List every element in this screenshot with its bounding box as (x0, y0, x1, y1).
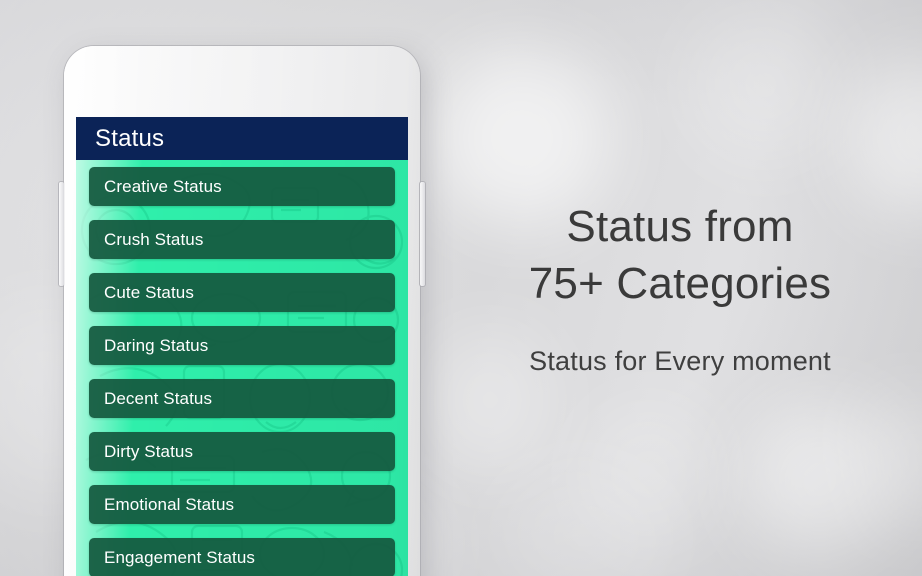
list-item-label: Dirty Status (104, 441, 194, 461)
list-item-label: Creative Status (104, 176, 222, 196)
list-item[interactable]: Crush Status (89, 220, 395, 259)
list-item[interactable]: Emotional Status (89, 485, 395, 524)
list-item-label: Emotional Status (104, 494, 235, 514)
promo-headline: Status from 75+ Categories (529, 199, 831, 312)
list-item[interactable]: Dirty Status (89, 432, 395, 471)
power-button[interactable] (420, 182, 425, 286)
list-item-label: Cute Status (104, 282, 194, 302)
list-item-label: Engagement Status (104, 547, 256, 567)
app-bar-title: Status (95, 124, 165, 152)
app-bar: Status (76, 117, 408, 160)
promo-subtitle: Status for Every moment (529, 345, 831, 376)
phone-mockup: Status Creative Status Crush Status Cute… (59, 46, 425, 576)
list-item[interactable]: Creative Status (89, 167, 395, 206)
promo-panel: Status from 75+ Categories Status for Ev… (438, 0, 922, 576)
category-list-area: Creative Status Crush Status Cute Status Da… (76, 160, 408, 576)
list-item[interactable]: Daring Status (89, 326, 395, 365)
volume-button[interactable] (59, 182, 64, 286)
phone-screen: Status Creative Status Crush Status Cute… (76, 117, 408, 576)
list-item-label: Decent Status (104, 388, 213, 408)
promo-headline-line1: Status from (566, 202, 794, 252)
promo-headline-line2: 75+ Categories (528, 258, 832, 308)
list-item[interactable]: Cute Status (89, 273, 395, 312)
list-item[interactable]: Decent Status (89, 379, 395, 418)
screenshot-stage: Status Creative Status Crush Status Cute… (0, 0, 922, 576)
category-list[interactable]: Creative Status Crush Status Cute Status Da… (76, 160, 408, 576)
list-item[interactable]: Engagement Status (89, 538, 395, 576)
list-item-label: Crush Status (104, 229, 204, 249)
list-item-label: Daring Status (104, 335, 209, 355)
